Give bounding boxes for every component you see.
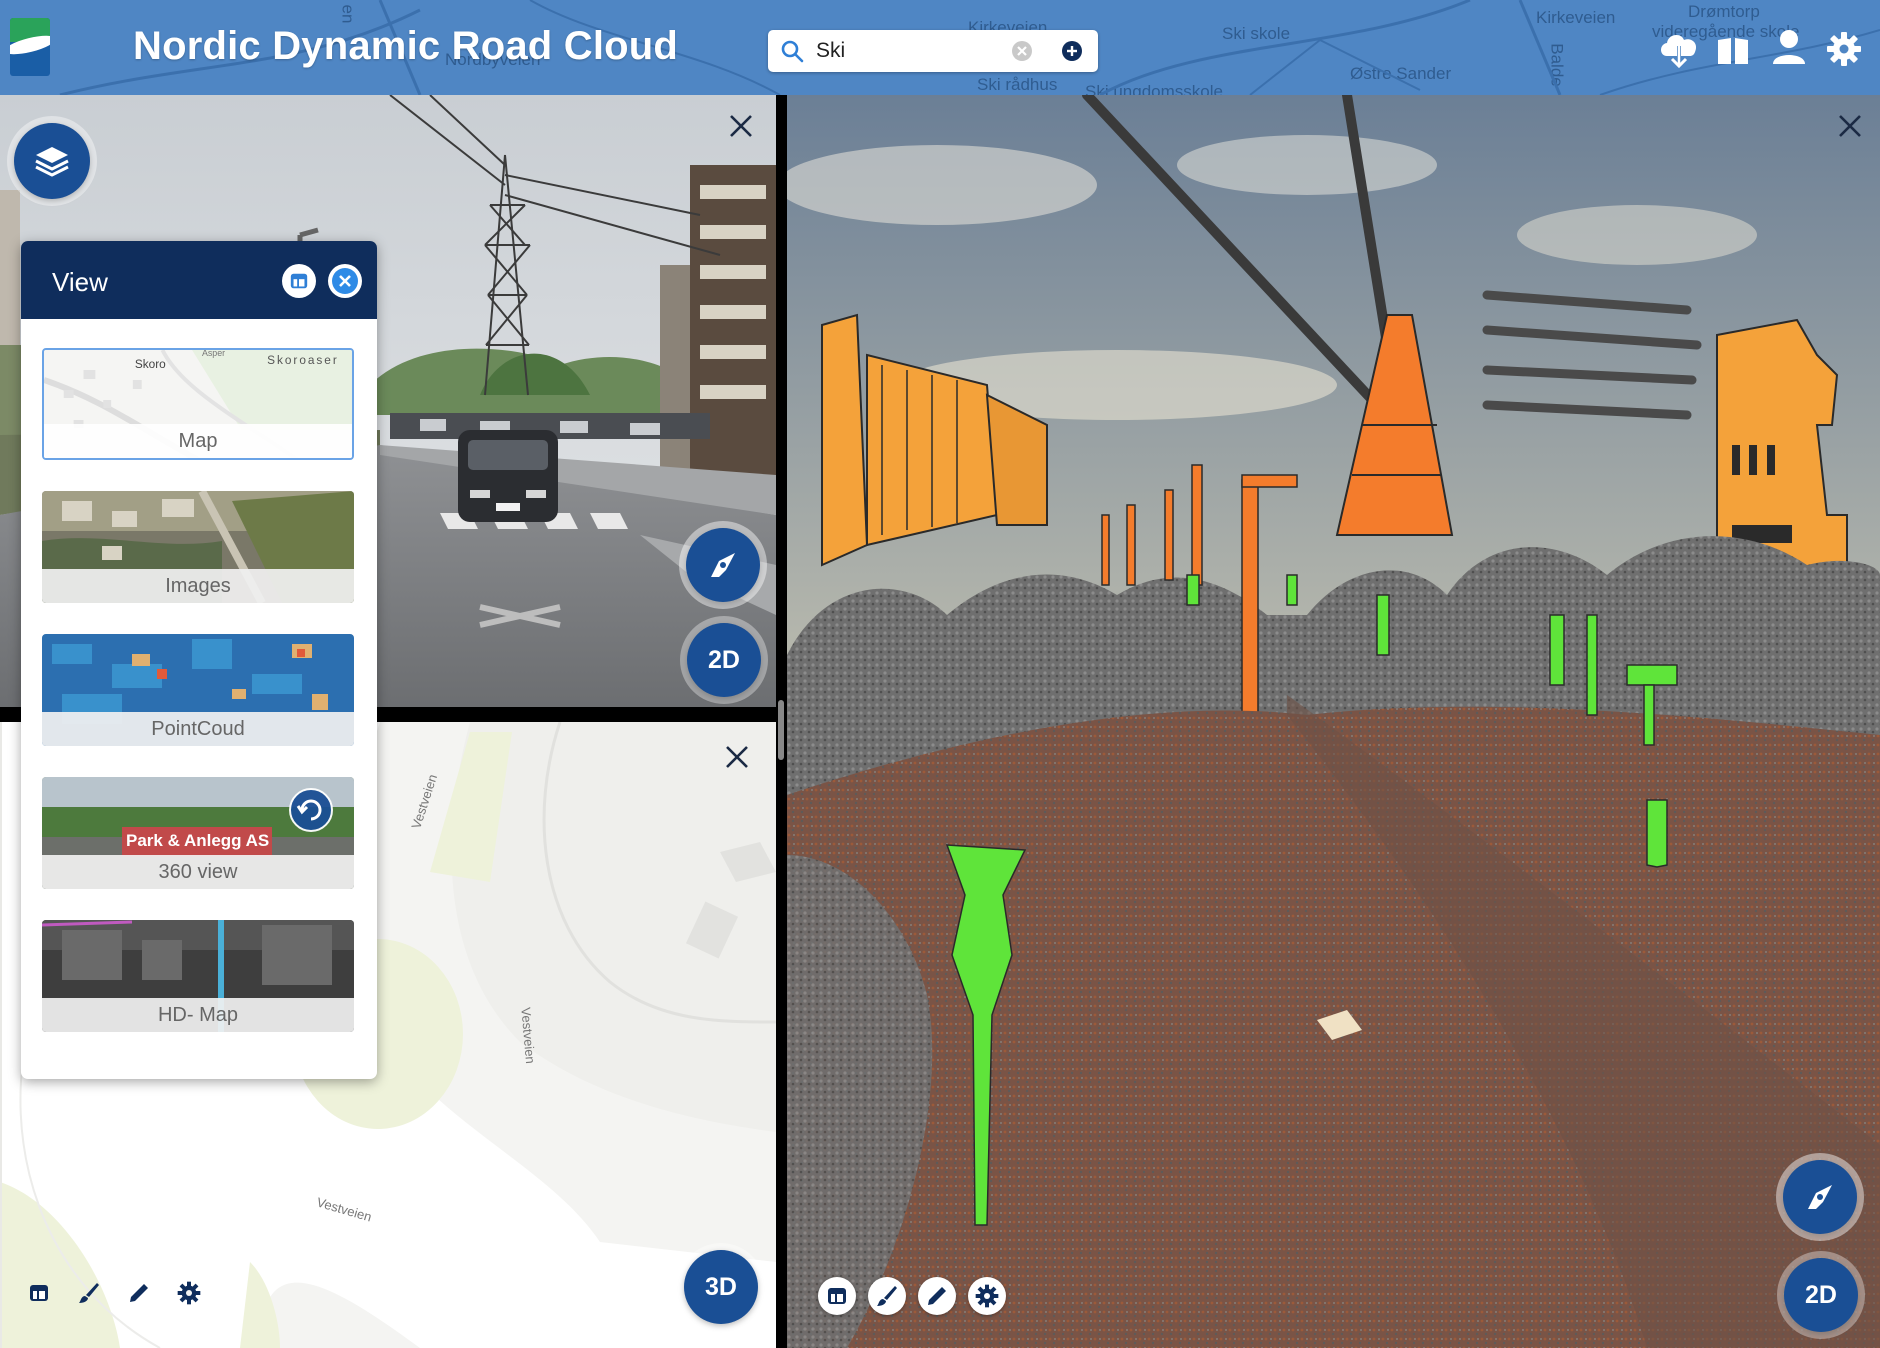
layers-button[interactable] (14, 123, 90, 199)
brush-button[interactable] (868, 1277, 906, 1315)
user-icon[interactable] (1772, 28, 1806, 66)
brush-icon (877, 1286, 897, 1306)
close-pane-icon[interactable] (1835, 111, 1865, 141)
search-box (768, 30, 1098, 72)
pencil-icon (130, 1284, 148, 1302)
settings-button[interactable] (968, 1277, 1006, 1315)
thumb-map-label: Skoro (135, 357, 166, 371)
cloud-download-icon[interactable] (1657, 28, 1701, 68)
view-option-label: PointCoud (42, 712, 354, 746)
view-option-images[interactable]: Images (42, 491, 354, 603)
thumb-map-label: Skoroaser (267, 353, 339, 367)
view-layout-button[interactable] (282, 264, 316, 298)
layers-icon (35, 147, 69, 177)
point-cloud-render (787, 95, 1880, 1348)
close-pane-icon[interactable] (722, 742, 752, 772)
app-header: Nordbyveien Kirkeveien Ski skole Kirkeve… (0, 0, 1880, 95)
layout-button[interactable] (818, 1277, 856, 1315)
refresh-icon[interactable] (288, 787, 334, 833)
gear-icon[interactable] (1826, 31, 1862, 67)
view-panel-title: View (52, 267, 108, 297)
layout-icon (30, 1285, 48, 1301)
sign-text: Park & Anlegg AS (126, 831, 270, 850)
app-title: Nordic Dynamic Road Cloud (133, 24, 679, 68)
layout-button[interactable] (20, 1274, 58, 1312)
view-option-map[interactable]: Skoro Skoroaser Asper Map (42, 348, 354, 460)
layout-icon (828, 1288, 846, 1304)
book-icon[interactable] (1716, 34, 1750, 68)
2d-mode-button[interactable]: 2D (687, 623, 761, 697)
pencil-button[interactable] (918, 1277, 956, 1315)
map-tool-row (20, 1274, 208, 1312)
brush-icon (79, 1283, 99, 1303)
point-cloud-pane[interactable]: 2D (787, 95, 1880, 1348)
search-input[interactable] (816, 36, 1016, 66)
compass-icon (711, 553, 735, 577)
2d-mode-button[interactable]: 2D (1784, 1258, 1858, 1332)
cloud-tool-row (818, 1277, 1006, 1315)
view-option-pointcloud[interactable]: PointCoud (42, 634, 354, 746)
gear-icon (177, 1281, 201, 1305)
splitter-handle[interactable] (778, 700, 784, 760)
layout-icon (290, 273, 308, 289)
search-icon (781, 40, 804, 63)
view-option-360[interactable]: Park & Anlegg AS 360 view (42, 777, 354, 889)
view-option-hd-map[interactable]: HD- Map (42, 920, 354, 1032)
view-panel-close-button[interactable] (328, 264, 362, 298)
view-option-label: Map (44, 424, 352, 458)
view-panel: View Skoro Skoroaser Asper Map Images Po… (21, 241, 377, 1079)
gear-icon (975, 1284, 999, 1308)
compass-button[interactable] (1783, 1160, 1857, 1234)
pencil-icon (928, 1287, 946, 1305)
clear-search-icon[interactable] (1011, 40, 1033, 62)
compass-button[interactable] (686, 528, 760, 602)
close-pane-icon[interactable] (726, 111, 756, 141)
brush-button[interactable] (70, 1274, 108, 1312)
settings-button[interactable] (170, 1274, 208, 1312)
compass-icon (1808, 1185, 1832, 1209)
thumb-map-label: Asper (202, 350, 225, 358)
view-option-label: 360 view (42, 855, 354, 889)
pencil-button[interactable] (120, 1274, 158, 1312)
3d-mode-button[interactable]: 3D (684, 1250, 758, 1324)
app-logo (10, 18, 50, 76)
view-panel-header: View (21, 241, 377, 319)
view-option-label: Images (42, 569, 354, 603)
close-icon (332, 268, 358, 294)
view-option-label: HD- Map (42, 998, 354, 1032)
add-location-icon[interactable] (1061, 40, 1083, 62)
